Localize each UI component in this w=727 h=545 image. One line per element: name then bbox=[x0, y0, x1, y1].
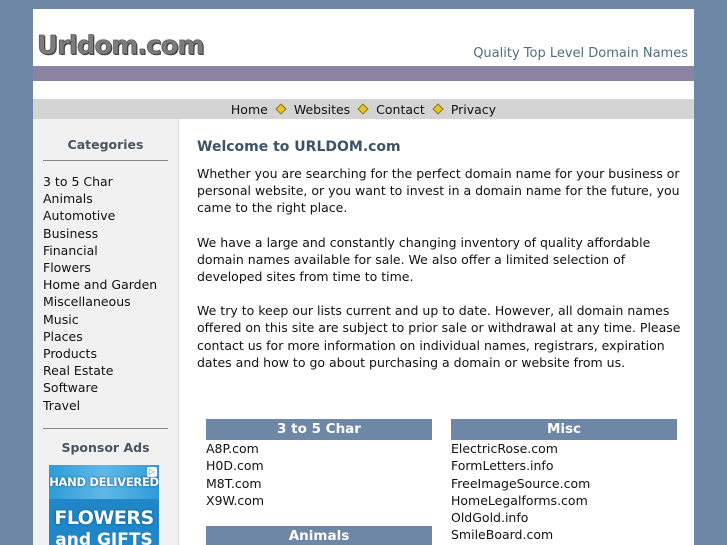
category-link[interactable]: Home and Garden bbox=[43, 277, 157, 292]
domain-link[interactable]: HomeLegalforms.com bbox=[451, 493, 588, 508]
ad-line3: and GIFTS bbox=[55, 530, 153, 545]
list-heading: 3 to 5 Char bbox=[206, 419, 432, 440]
category-link[interactable]: Software bbox=[43, 380, 98, 395]
category-item: Animals bbox=[43, 190, 178, 207]
disclaimer-paragraph: We try to keep our lists current and up … bbox=[197, 303, 681, 370]
sponsor-heading: Sponsor Ads bbox=[61, 439, 150, 455]
domain-link[interactable]: SmileBoard.com bbox=[451, 527, 553, 542]
category-item: 3 to 5 Char bbox=[43, 173, 178, 190]
tagline: Quality Top Level Domain Names bbox=[473, 46, 688, 61]
domain-link[interactable]: ElectricRose.com bbox=[451, 441, 558, 456]
domain-link[interactable]: H0D.com bbox=[206, 458, 264, 473]
category-item: Business bbox=[43, 225, 178, 242]
ad-line1: HAND DELIVERED bbox=[49, 475, 159, 489]
domain-list: A8P.com H0D.com M8T.com X9W.com bbox=[206, 440, 432, 509]
list-item: OldGold.info bbox=[451, 509, 677, 526]
list-item: X9W.com bbox=[206, 492, 432, 509]
list-3to5char: 3 to 5 Char A8P.com H0D.com M8T.com X9W.… bbox=[206, 419, 432, 509]
category-item: Real Estate bbox=[43, 362, 178, 379]
domain-link[interactable]: OldGold.info bbox=[451, 510, 528, 525]
category-link[interactable]: Products bbox=[43, 346, 97, 361]
category-item: Financial bbox=[43, 242, 178, 259]
nav-websites[interactable]: Websites bbox=[292, 102, 352, 117]
category-item: Products bbox=[43, 345, 178, 362]
nav-privacy[interactable]: Privacy bbox=[449, 102, 498, 117]
category-item: Music bbox=[43, 311, 178, 328]
diamond-icon bbox=[275, 103, 287, 115]
category-link[interactable]: Miscellaneous bbox=[43, 294, 131, 309]
category-item: Automotive bbox=[43, 207, 178, 224]
category-link[interactable]: Financial bbox=[43, 243, 98, 258]
category-link[interactable]: Automotive bbox=[43, 208, 115, 223]
intro-paragraph: Whether you are searching for the perfec… bbox=[197, 166, 680, 216]
list-item: SmileBoard.com bbox=[451, 526, 677, 543]
list-misc: Misc ElectricRose.com FormLetters.info F… bbox=[451, 419, 677, 544]
category-list: 3 to 5 Char Animals Automotive Business … bbox=[43, 173, 178, 414]
list-item: FormLetters.info bbox=[451, 457, 677, 474]
top-nav: Home Websites Contact Privacy bbox=[33, 99, 694, 119]
page: Urldom.com Quality Top Level Domain Name… bbox=[33, 9, 694, 545]
list-item: FreeImageSource.com bbox=[451, 475, 677, 492]
list-heading: Animals bbox=[206, 526, 432, 545]
ad-line2: FLOWERS bbox=[54, 507, 154, 529]
domain-link[interactable]: FreeImageSource.com bbox=[451, 476, 590, 491]
site-logo[interactable]: Urldom.com bbox=[37, 31, 205, 62]
sponsor-ad[interactable]: ▷ HAND DELIVERED FLOWERS and GIFTS bbox=[49, 465, 159, 545]
header-band bbox=[33, 66, 694, 81]
category-link[interactable]: 3 to 5 Char bbox=[43, 174, 113, 189]
category-link[interactable]: Music bbox=[43, 312, 79, 327]
categories-heading: Categories bbox=[43, 137, 168, 161]
category-item: Flowers bbox=[43, 259, 178, 276]
nav-home[interactable]: Home bbox=[229, 102, 270, 117]
nav-contact[interactable]: Contact bbox=[374, 102, 427, 117]
inventory-paragraph: We have a large and constantly changing … bbox=[197, 234, 651, 285]
diamond-icon bbox=[432, 103, 444, 115]
domain-link[interactable]: FormLetters.info bbox=[451, 458, 553, 473]
category-link[interactable]: Travel bbox=[43, 398, 80, 413]
category-item: Travel bbox=[43, 397, 178, 414]
category-item: Home and Garden bbox=[43, 276, 178, 293]
category-item: Miscellaneous bbox=[43, 293, 178, 310]
sidebar: Categories 3 to 5 Char Animals Automotiv… bbox=[33, 119, 179, 545]
category-item: Software bbox=[43, 379, 178, 396]
domain-link[interactable]: A8P.com bbox=[206, 441, 259, 456]
diamond-icon bbox=[357, 103, 369, 115]
list-heading: Misc bbox=[451, 419, 677, 440]
header: Urldom.com Quality Top Level Domain Name… bbox=[33, 9, 694, 66]
domain-link[interactable]: M8T.com bbox=[206, 476, 262, 491]
category-link[interactable]: Business bbox=[43, 226, 98, 241]
list-item: H0D.com bbox=[206, 457, 432, 474]
category-link[interactable]: Animals bbox=[43, 191, 93, 206]
page-title: Welcome to URLDOM.com bbox=[197, 139, 401, 155]
list-animals: Animals bbox=[206, 526, 432, 545]
list-item: M8T.com bbox=[206, 475, 432, 492]
category-link[interactable]: Flowers bbox=[43, 260, 91, 275]
domain-list: ElectricRose.com FormLetters.info FreeIm… bbox=[451, 440, 677, 544]
list-item: ElectricRose.com bbox=[451, 440, 677, 457]
domain-link[interactable]: X9W.com bbox=[206, 493, 264, 508]
list-item: A8P.com bbox=[206, 440, 432, 457]
category-link[interactable]: Places bbox=[43, 329, 83, 344]
category-link[interactable]: Real Estate bbox=[43, 363, 113, 378]
category-item: Places bbox=[43, 328, 178, 345]
list-item: HomeLegalforms.com bbox=[451, 492, 677, 509]
main-content: Welcome to URLDOM.com Whether you are se… bbox=[197, 119, 687, 371]
